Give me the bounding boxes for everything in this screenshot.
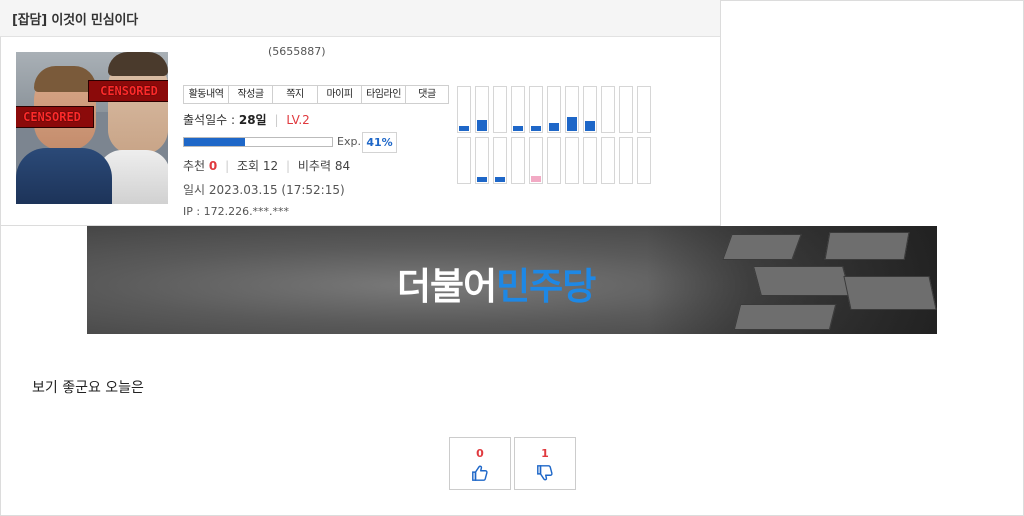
activity-graph-bar <box>531 126 541 131</box>
post-header-card: [잡담] 이것이 민심이다 CENSORED CENSORED (5655887… <box>0 0 721 226</box>
activity-graph-row <box>457 86 651 133</box>
author-avatar[interactable]: CENSORED CENSORED <box>16 52 168 204</box>
post-date: 일시 2023.03.15 (17:52:15) <box>183 183 345 197</box>
activity-graph-bar <box>567 117 577 131</box>
activity-graph-cell <box>529 86 543 133</box>
exp-label: Exp. <box>337 135 361 148</box>
downvote-count: 1 <box>541 447 549 460</box>
activity-graph-bar <box>531 176 541 182</box>
attendance-days: 28일 <box>238 113 267 127</box>
activity-graph-cell <box>583 86 597 133</box>
activity-graph-cell <box>475 86 489 133</box>
exp-progress-bar <box>183 137 333 147</box>
banner-party-name: 더불어민주당 <box>397 256 596 310</box>
author-id: (5655887) <box>268 45 326 58</box>
activity-graph-cell <box>457 137 471 184</box>
views-value: 12 <box>262 159 279 173</box>
activity-graph-bar <box>495 177 505 182</box>
stats-row: 추천 0 | 조회 12 | 비추력 84 <box>183 157 350 174</box>
activity-graph-cell <box>619 137 633 184</box>
activity-graph-row <box>457 137 651 184</box>
author-menu: 활동내역 작성글 쪽지 마이피 타임라인 댓글 <box>183 85 449 104</box>
attendance-row: 출석일수 : 28일 | LV.2 <box>183 111 310 128</box>
banner-text-blue: 민주당 <box>496 265 596 308</box>
activity-graph-cell <box>457 86 471 133</box>
upvote-button[interactable]: 0 <box>449 437 511 490</box>
activity-graph-cell <box>511 86 525 133</box>
activity-graph-bar <box>549 123 559 131</box>
avatar-jacket-left <box>16 148 112 204</box>
activity-graph-bar <box>477 120 487 131</box>
activity-graph-cell <box>619 86 633 133</box>
menu-timeline[interactable]: 타임라인 <box>362 86 406 103</box>
exp-progress-fill <box>184 138 245 146</box>
menu-messages[interactable]: 쪽지 <box>273 86 318 103</box>
activity-graph-cell <box>511 137 525 184</box>
thumbs-up-icon <box>472 465 488 481</box>
menu-comments[interactable]: 댓글 <box>406 86 448 103</box>
activity-graph-cell <box>475 137 489 184</box>
post-ip: IP : 172.226.***.*** <box>183 205 290 218</box>
post-title: [잡담] 이것이 민심이다 <box>12 13 138 28</box>
activity-graph-bar <box>513 126 523 131</box>
downvote-power-value: 84 <box>334 159 351 173</box>
activity-graph-cell <box>547 137 561 184</box>
activity-graph-bar <box>459 126 469 131</box>
banner-text-white: 더불어 <box>397 265 497 308</box>
activity-graph-cell <box>565 86 579 133</box>
activity-graph-cell <box>565 137 579 184</box>
recommend-label: 추천 <box>183 159 206 173</box>
attendance-label: 출석일수 : <box>183 113 236 127</box>
activity-graph-bar <box>585 121 595 131</box>
banner-slab <box>824 232 910 260</box>
banner-slab <box>733 304 837 330</box>
divider: | <box>225 159 230 173</box>
activity-graph-bar <box>477 177 487 182</box>
avatar-hair-right <box>108 52 168 76</box>
recommend-value: 0 <box>208 159 218 173</box>
activity-graph-cell <box>601 86 615 133</box>
post-body: 보기 좋군요 오늘은 <box>32 380 144 396</box>
activity-graph-cell <box>583 137 597 184</box>
activity-graph-cell <box>601 137 615 184</box>
post-banner-image: 더불어민주당 <box>87 226 937 334</box>
banner-slab <box>752 266 852 296</box>
activity-graph-cell <box>493 86 507 133</box>
thumbs-down-icon <box>537 465 553 481</box>
views-label: 조회 <box>236 159 260 173</box>
censor-stamp: CENSORED <box>16 106 94 128</box>
level-badge: LV.2 <box>286 113 310 127</box>
censor-stamp: CENSORED <box>88 80 168 102</box>
menu-activity[interactable]: 활동내역 <box>184 86 229 103</box>
downvote-button[interactable]: 1 <box>514 437 576 490</box>
divider: | <box>286 159 291 173</box>
banner-slab <box>843 276 937 310</box>
activity-graph-cell <box>493 137 507 184</box>
menu-posts[interactable]: 작성글 <box>229 86 273 103</box>
activity-graph-cell <box>547 86 561 133</box>
activity-graph-cell <box>637 86 651 133</box>
activity-graph-cell <box>529 137 543 184</box>
banner-slab <box>722 234 802 260</box>
avatar-hair-left <box>34 66 96 92</box>
menu-mypi[interactable]: 마이피 <box>318 86 362 103</box>
post-title-bar: [잡담] 이것이 민심이다 <box>0 0 720 37</box>
upvote-count: 0 <box>476 447 484 460</box>
downvote-power-label: 비추력 <box>297 159 332 173</box>
exp-percent: 41% <box>362 132 397 153</box>
activity-graph-cell <box>637 137 651 184</box>
divider: | <box>274 113 279 127</box>
